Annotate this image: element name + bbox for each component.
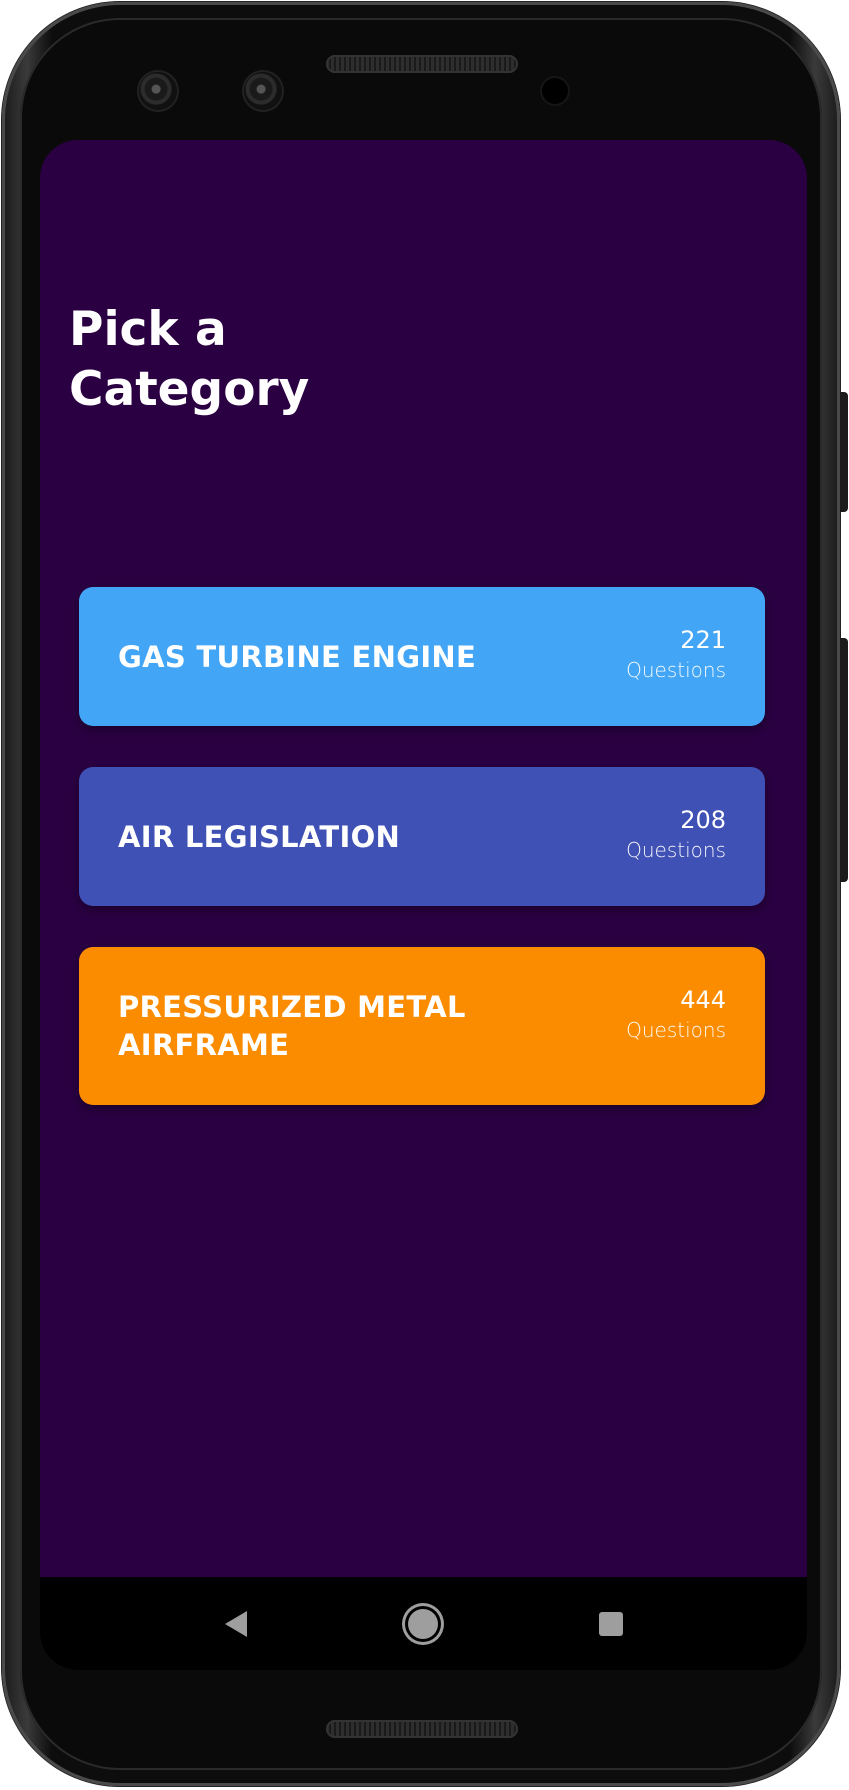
question-count-label: Questions xyxy=(626,838,726,862)
question-count: 221 Questions xyxy=(626,625,726,685)
question-count-label: Questions xyxy=(626,1018,726,1042)
category-card-gas-turbine-engine[interactable]: GAS TURBINE ENGINE 221 Questions xyxy=(79,587,765,726)
phone-frame: Pick a Category GAS TURBINE ENGINE 221 Q… xyxy=(2,2,848,1786)
category-list: GAS TURBINE ENGINE 221 Questions AIR LEG… xyxy=(79,587,765,1146)
question-count: 444 Questions xyxy=(626,985,726,1045)
system-navigation-bar xyxy=(40,1577,807,1670)
category-name: GAS TURBINE ENGINE xyxy=(118,639,477,674)
back-triangle-icon xyxy=(225,1611,247,1637)
question-count: 208 Questions xyxy=(626,805,726,865)
recents-button[interactable] xyxy=(588,1601,634,1647)
app-screen: Pick a Category GAS TURBINE ENGINE 221 Q… xyxy=(40,140,807,1670)
question-count-value: 444 xyxy=(680,986,726,1014)
power-button xyxy=(840,392,848,512)
front-camera-2-icon xyxy=(244,72,282,110)
question-count-value: 208 xyxy=(680,806,726,834)
recents-square-icon xyxy=(599,1612,623,1636)
volume-rocker xyxy=(840,638,848,882)
question-count-label: Questions xyxy=(626,658,726,682)
page-title: Pick a Category xyxy=(69,302,310,417)
front-camera-icon xyxy=(139,72,177,110)
bottom-speaker xyxy=(326,1720,518,1738)
back-button[interactable] xyxy=(213,1601,259,1647)
category-name: PRESSURIZED METAL AIRFRAME xyxy=(118,990,466,1062)
earpiece-speaker xyxy=(326,55,518,73)
proximity-sensor xyxy=(542,78,568,104)
question-count-value: 221 xyxy=(680,626,726,654)
home-button[interactable] xyxy=(400,1601,446,1647)
category-card-air-legislation[interactable]: AIR LEGISLATION 208 Questions xyxy=(79,767,765,906)
category-card-pressurized-metal-airframe[interactable]: PRESSURIZED METAL AIRFRAME 444 Questions xyxy=(79,947,765,1105)
home-circle-icon xyxy=(408,1609,438,1639)
category-name: AIR LEGISLATION xyxy=(118,819,401,854)
